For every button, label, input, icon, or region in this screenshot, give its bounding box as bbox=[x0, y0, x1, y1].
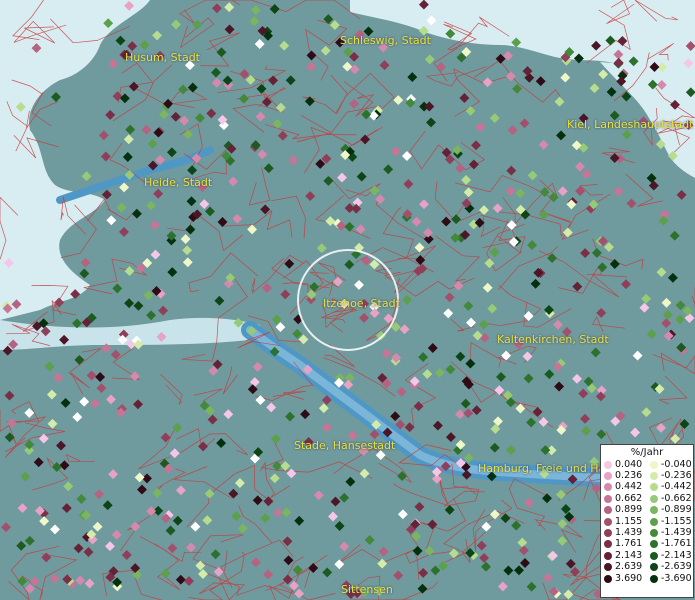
legend-entry-positive: 0.236 bbox=[601, 471, 647, 481]
legend-row: 0.040 -0.040 bbox=[601, 459, 693, 470]
legend-value: 1.439 bbox=[615, 527, 643, 539]
legend-value: -1.761 bbox=[661, 538, 692, 550]
legend-row: 3.690 -3.690 bbox=[601, 573, 693, 584]
legend-entry-negative: -2.639 bbox=[647, 562, 693, 572]
legend-value: -2.639 bbox=[661, 561, 692, 573]
legend-entry-positive: 2.639 bbox=[601, 562, 647, 572]
map-base-layer bbox=[0, 0, 695, 600]
legend-row: 2.143 -2.143 bbox=[601, 550, 693, 561]
legend-row: 0.442 -0.442 bbox=[601, 482, 693, 493]
legend-value: 0.662 bbox=[615, 492, 643, 504]
legend-entry-negative: -3.690 bbox=[647, 572, 693, 584]
legend-entry-positive: 0.662 bbox=[601, 492, 647, 504]
legend-entry-negative: -0.442 bbox=[647, 482, 693, 492]
map-canvas[interactable] bbox=[0, 0, 695, 600]
legend-swatch bbox=[650, 563, 658, 572]
legend-swatch bbox=[650, 540, 658, 549]
legend-row: 1.155 -1.155 bbox=[601, 516, 693, 527]
legend-value: -3.690 bbox=[661, 572, 692, 584]
legend-entry-positive: 0.899 bbox=[601, 505, 647, 515]
legend-value: 1.155 bbox=[615, 515, 643, 527]
legend-swatch bbox=[604, 551, 612, 560]
legend-swatch bbox=[604, 483, 612, 492]
legend-row: 1.761 -1.761 bbox=[601, 539, 693, 550]
legend-value: -0.442 bbox=[661, 481, 692, 493]
legend-swatch bbox=[650, 529, 658, 538]
legend-entry-positive: 0.442 bbox=[601, 482, 647, 492]
legend-entry-negative: -0.662 bbox=[647, 492, 693, 504]
legend-value: -1.439 bbox=[661, 527, 692, 539]
legend-value: -2.143 bbox=[661, 549, 692, 561]
legend-value: -1.155 bbox=[661, 515, 692, 527]
legend-entry-positive: 1.761 bbox=[601, 539, 647, 549]
legend-entry-negative: -0.040 bbox=[647, 458, 693, 470]
legend-row: 0.899 -0.899 bbox=[601, 505, 693, 516]
legend-swatch bbox=[604, 494, 612, 503]
legend-rows: 0.040 -0.040 0.236 -0.236 0.442 -0.442 0.662 -0… bbox=[601, 459, 693, 584]
legend-swatch bbox=[604, 460, 612, 469]
legend-entry-positive: 2.143 bbox=[601, 549, 647, 561]
legend-swatch bbox=[604, 472, 612, 481]
legend-swatch bbox=[604, 563, 612, 572]
legend-value: 3.690 bbox=[615, 572, 643, 584]
legend-swatch bbox=[604, 506, 612, 515]
legend-value: 2.639 bbox=[615, 561, 643, 573]
legend-value: 0.899 bbox=[615, 504, 643, 516]
legend-entry-positive: 1.439 bbox=[601, 528, 647, 538]
legend-swatch bbox=[650, 460, 658, 469]
legend-swatch bbox=[650, 494, 658, 503]
legend-row: 2.639 -2.639 bbox=[601, 562, 693, 573]
legend-value: 2.143 bbox=[615, 549, 643, 561]
legend-swatch bbox=[604, 540, 612, 549]
legend-value: -0.662 bbox=[661, 492, 692, 504]
legend-row: 1.439 -1.439 bbox=[601, 527, 693, 538]
legend-swatch bbox=[650, 506, 658, 515]
legend-entry-negative: -1.439 bbox=[647, 528, 693, 538]
legend-entry-positive: 3.690 bbox=[601, 572, 647, 584]
legend-entry-negative: -0.236 bbox=[647, 471, 693, 481]
legend-unit: %/Jahr bbox=[630, 447, 664, 458]
legend-swatch bbox=[650, 517, 658, 526]
legend-entry-positive: 0.040 bbox=[601, 458, 647, 470]
legend-entry-positive: 1.155 bbox=[601, 515, 647, 527]
legend-value: -0.899 bbox=[661, 504, 692, 516]
legend-swatch bbox=[650, 483, 658, 492]
legend-value: 1.761 bbox=[615, 538, 643, 550]
legend-entry-negative: -0.899 bbox=[647, 505, 693, 515]
legend-row: 0.662 -0.662 bbox=[601, 493, 693, 504]
legend-entry-negative: -2.143 bbox=[647, 549, 693, 561]
legend: %/Jahr 0.040 -0.040 0.236 -0.236 0.442 -0.442… bbox=[600, 444, 694, 598]
legend-value: 0.442 bbox=[615, 481, 643, 493]
legend-row: 0.236 -0.236 bbox=[601, 470, 693, 481]
legend-value: -0.236 bbox=[661, 470, 692, 482]
legend-swatch bbox=[650, 472, 658, 481]
map-view[interactable]: Husum, Stadt Schleswig, Stadt Kiel, Land… bbox=[0, 0, 695, 600]
legend-entry-negative: -1.155 bbox=[647, 515, 693, 527]
legend-swatch bbox=[650, 551, 658, 560]
legend-value: 0.040 bbox=[615, 458, 643, 470]
legend-value: 0.236 bbox=[615, 470, 643, 482]
legend-swatch bbox=[650, 574, 658, 583]
land-area bbox=[0, 0, 695, 600]
legend-swatch bbox=[604, 517, 612, 526]
legend-swatch bbox=[604, 529, 612, 538]
legend-swatch bbox=[604, 574, 612, 583]
legend-entry-negative: -1.761 bbox=[647, 539, 693, 549]
legend-value: -0.040 bbox=[661, 458, 692, 470]
